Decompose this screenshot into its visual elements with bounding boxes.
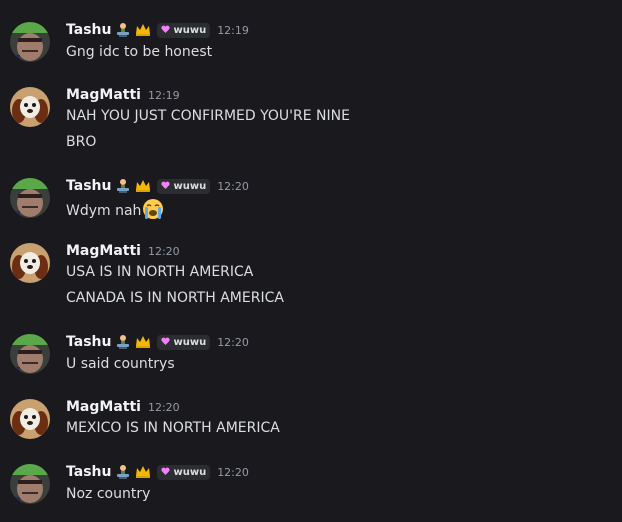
heart-icon [161,467,171,478]
server-tag[interactable]: wuwu [157,22,211,38]
message-text: MEXICO IS IN NORTH AMERICA [66,420,280,436]
crown-icon [135,22,151,38]
timestamp[interactable]: 12:20 [217,466,249,479]
server-tag[interactable]: wuwu [157,334,211,350]
crown-icon [135,464,151,480]
message-text-content: Wdym nah [66,203,142,219]
avatar-tashu[interactable] [10,178,50,218]
message-text: USA IS IN NORTH AMERICA [66,264,254,280]
username[interactable]: Tashu [66,178,111,194]
avatar-tashu[interactable] [10,334,50,374]
technologist-icon [115,334,131,350]
heart-icon [161,337,171,348]
message-text: Noz country [66,486,151,502]
timestamp[interactable]: 12:20 [148,401,180,414]
technologist-icon [115,178,131,194]
message-text: U said countrys [66,356,175,372]
avatar-magmatti[interactable] [10,87,50,127]
technologist-icon [115,22,131,38]
technologist-icon [115,464,131,480]
crown-icon [135,178,151,194]
avatar-magmatti[interactable] [10,399,50,439]
timestamp[interactable]: 12:20 [217,336,249,349]
server-tag-label: wuwu [173,180,207,192]
server-tag-label: wuwu [173,24,207,36]
heart-icon [161,25,171,36]
message-text: Gng idc to be honest [66,44,213,60]
timestamp[interactable]: 12:20 [148,245,180,258]
username[interactable]: Tashu [66,22,111,38]
timestamp[interactable]: 12:19 [148,89,180,102]
server-tag[interactable]: wuwu [157,178,211,194]
timestamp[interactable]: 12:19 [217,24,249,37]
loudly-crying-face-icon [142,198,164,226]
message-text: NAH YOU JUST CONFIRMED YOU'RE NINE [66,108,350,124]
avatar-magmatti[interactable] [10,243,50,283]
message-text: Wdym nah [66,198,164,226]
timestamp[interactable]: 12:20 [217,180,249,193]
username[interactable]: MagMatti [66,399,141,415]
message-text: CANADA IS IN NORTH AMERICA [66,290,284,306]
username[interactable]: Tashu [66,334,111,350]
message-text: BRO [66,134,97,150]
server-tag-label: wuwu [173,336,207,348]
avatar-tashu[interactable] [10,22,50,62]
username[interactable]: MagMatti [66,243,141,259]
server-tag[interactable]: wuwu [157,464,211,480]
server-tag-label: wuwu [173,466,207,478]
heart-icon [161,181,171,192]
username[interactable]: MagMatti [66,87,141,103]
crown-icon [135,334,151,350]
username[interactable]: Tashu [66,464,111,480]
chat-messages: Tashu wuwu 12:19 Gng idc to be honest Ma… [0,0,622,522]
avatar-tashu[interactable] [10,464,50,504]
